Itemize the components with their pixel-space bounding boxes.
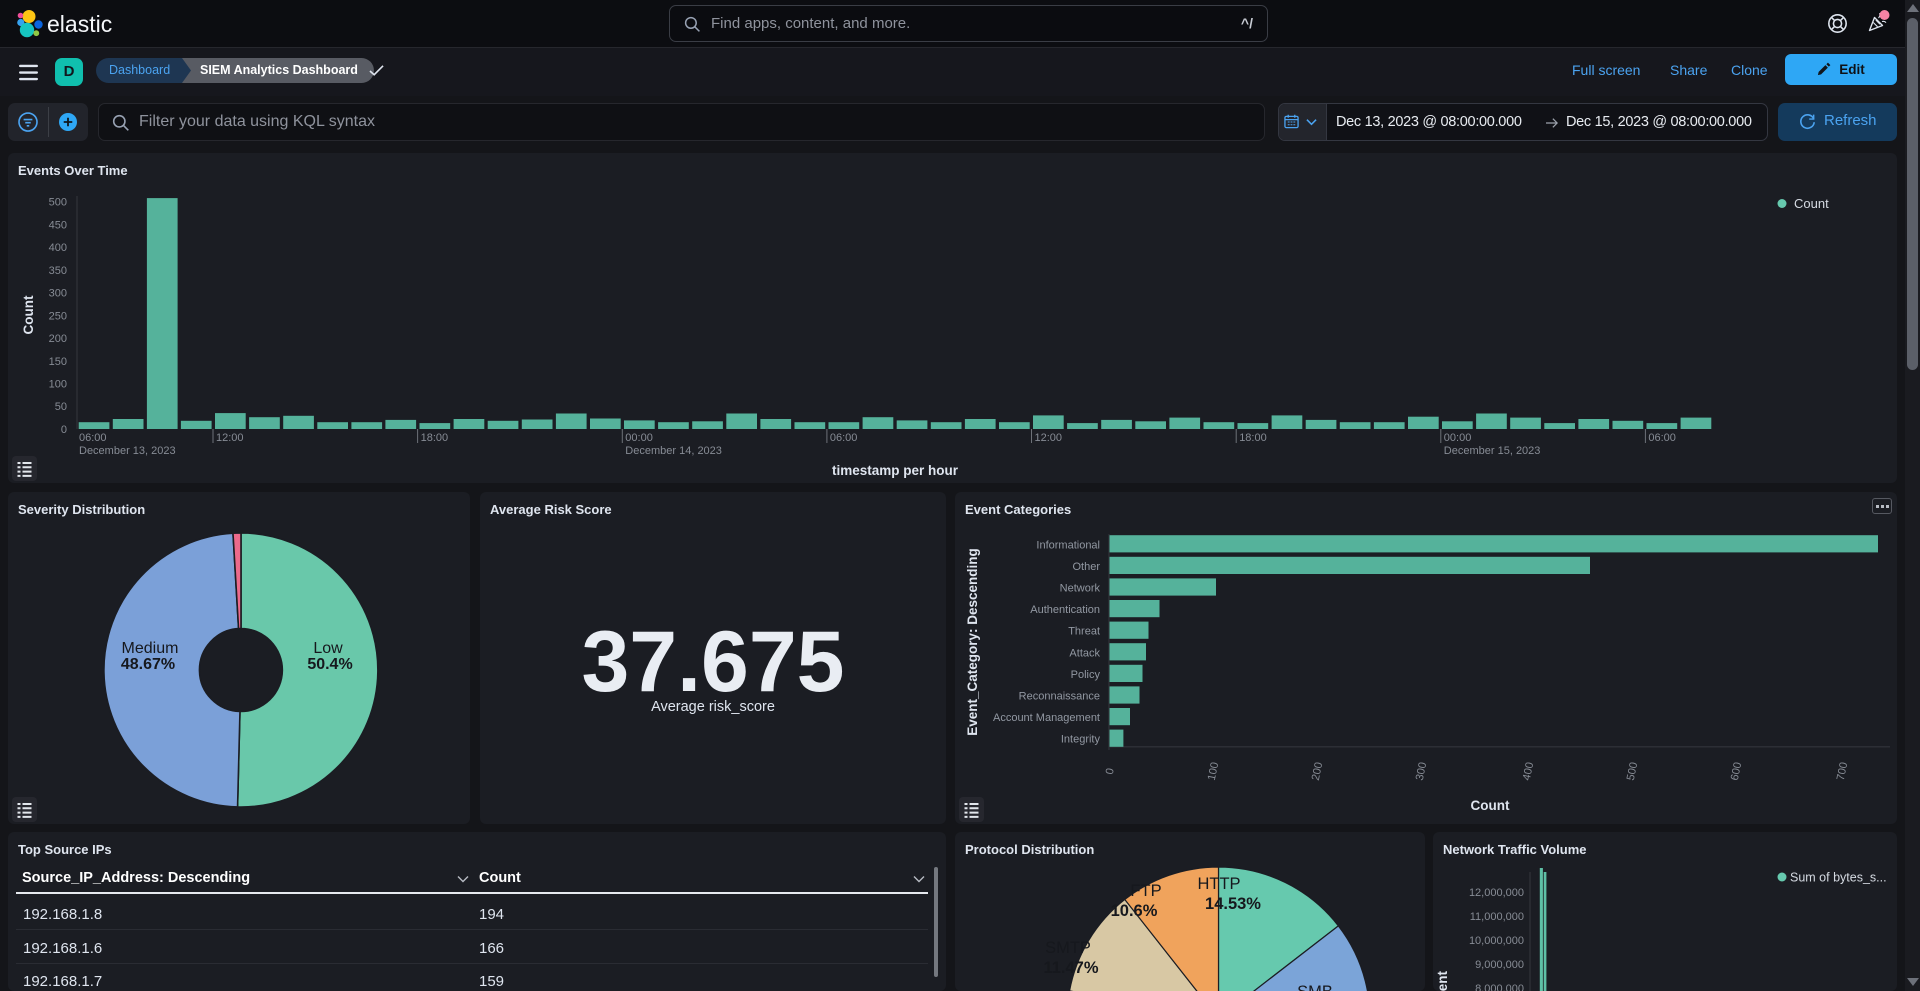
svg-text:50: 50 <box>55 401 67 413</box>
svg-text:December 15, 2023: December 15, 2023 <box>1444 445 1541 457</box>
svg-text:Reconnaissance: Reconnaissance <box>1019 691 1100 703</box>
svg-text:500: 500 <box>49 197 67 209</box>
svg-text:Count: Count <box>1794 196 1829 211</box>
svg-text:12,000,000: 12,000,000 <box>1469 887 1524 899</box>
svg-text:11.47%: 11.47% <box>1043 959 1098 977</box>
svg-text:10.6%: 10.6% <box>1111 902 1158 920</box>
svg-text:11,000,000: 11,000,000 <box>1470 911 1524 923</box>
svg-text:400: 400 <box>1521 761 1537 781</box>
svg-text:14.53%: 14.53% <box>1205 895 1261 913</box>
svg-text:FTP: FTP <box>1130 882 1161 900</box>
svg-text:06:00: 06:00 <box>79 432 107 444</box>
svg-text:100: 100 <box>49 379 67 391</box>
svg-text:Low: Low <box>313 640 343 657</box>
svg-text:SMB: SMB <box>1297 983 1333 991</box>
svg-text:December 13, 2023: December 13, 2023 <box>79 445 176 457</box>
svg-text:200: 200 <box>49 333 67 345</box>
svg-text:Informational: Informational <box>1036 539 1100 551</box>
svg-text:Medium: Medium <box>122 640 179 657</box>
svg-text:Network: Network <box>1060 583 1101 595</box>
svg-text:700: 700 <box>1835 761 1851 781</box>
svg-text:150: 150 <box>49 356 67 368</box>
svg-text:Integrity: Integrity <box>1061 734 1101 746</box>
svg-text:50.4%: 50.4% <box>307 656 352 673</box>
svg-text:200: 200 <box>1310 761 1326 781</box>
svg-text:350: 350 <box>49 265 67 277</box>
svg-text:Sum of bytes_sent: Sum of bytes_sent <box>1435 970 1450 991</box>
svg-text:250: 250 <box>49 310 67 322</box>
svg-text:December 14, 2023: December 14, 2023 <box>625 445 722 457</box>
svg-text:Count: Count <box>21 295 36 334</box>
svg-text:00:00: 00:00 <box>625 432 653 444</box>
svg-text:Threat: Threat <box>1068 626 1100 638</box>
svg-text:8,000,000: 8,000,000 <box>1475 983 1524 991</box>
svg-text:SMTP: SMTP <box>1045 939 1091 957</box>
svg-text:400: 400 <box>49 242 67 254</box>
svg-text:10,000,000: 10,000,000 <box>1469 935 1524 947</box>
svg-text:300: 300 <box>1414 761 1430 781</box>
svg-text:Attack: Attack <box>1069 647 1100 659</box>
svg-text:HTTP: HTTP <box>1197 875 1240 893</box>
svg-text:Other: Other <box>1072 561 1100 573</box>
svg-text:500: 500 <box>1625 761 1641 781</box>
svg-text:00:00: 00:00 <box>1444 432 1472 444</box>
svg-text:0: 0 <box>1104 767 1117 775</box>
svg-text:0: 0 <box>61 424 67 436</box>
svg-text:450: 450 <box>49 219 67 231</box>
svg-text:06:00: 06:00 <box>830 432 858 444</box>
svg-text:timestamp per hour: timestamp per hour <box>832 463 959 478</box>
svg-text:Event_Category: Descending: Event_Category: Descending <box>965 548 980 736</box>
svg-text:18:00: 18:00 <box>1239 432 1267 444</box>
svg-text:Policy: Policy <box>1071 669 1101 681</box>
svg-text:9,000,000: 9,000,000 <box>1475 959 1524 971</box>
svg-text:12:00: 12:00 <box>216 432 244 444</box>
svg-text:12:00: 12:00 <box>1035 432 1063 444</box>
svg-text:100: 100 <box>1206 761 1222 781</box>
svg-text:18:00: 18:00 <box>421 432 449 444</box>
svg-text:Sum of bytes_s...: Sum of bytes_s... <box>1790 871 1887 885</box>
svg-text:Authentication: Authentication <box>1030 604 1100 616</box>
svg-text:06:00: 06:00 <box>1648 432 1676 444</box>
svg-text:Account Management: Account Management <box>993 712 1100 724</box>
svg-text:600: 600 <box>1729 761 1745 781</box>
svg-text:300: 300 <box>49 288 67 300</box>
svg-text:48.67%: 48.67% <box>121 656 175 673</box>
svg-text:Count: Count <box>1471 798 1510 813</box>
